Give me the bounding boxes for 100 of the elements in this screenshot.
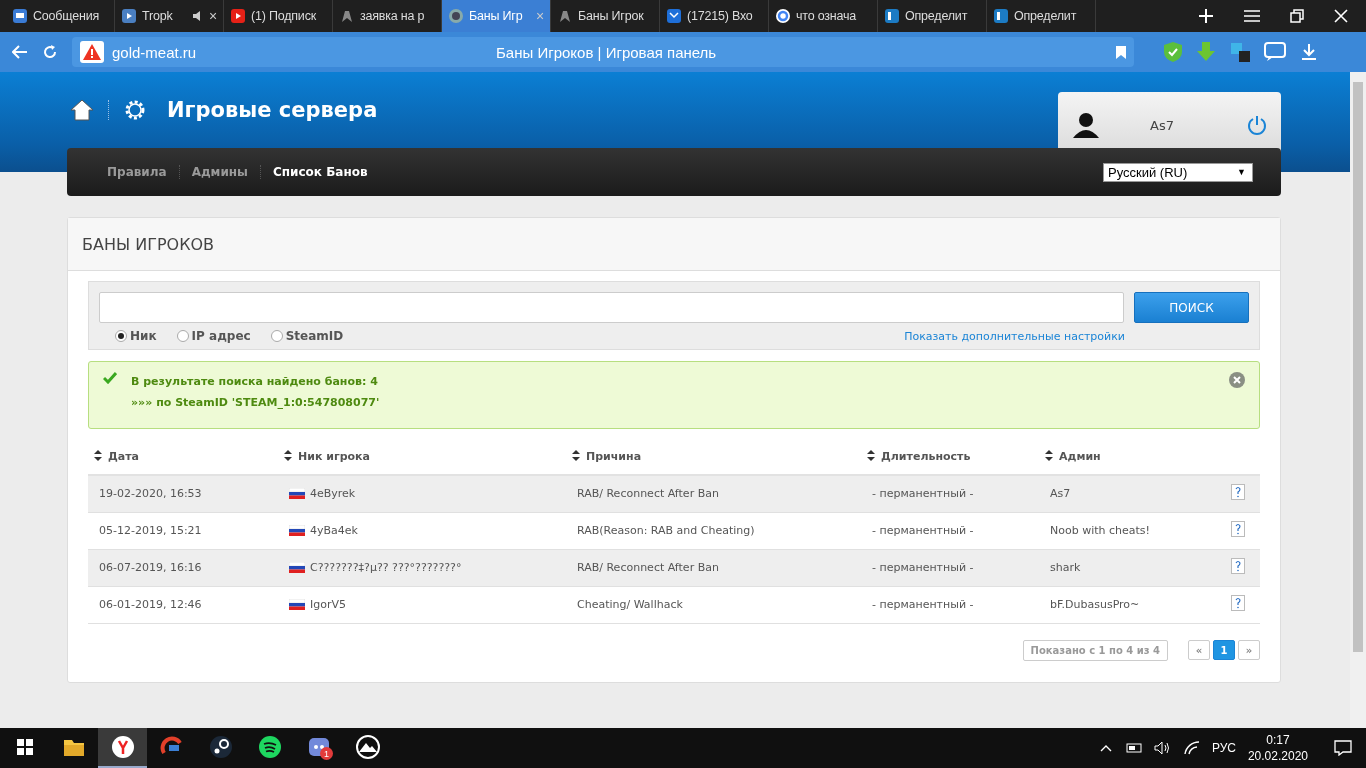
sort-icon	[867, 450, 875, 461]
radio-button[interactable]	[176, 330, 189, 342]
search-mode-option[interactable]: Ник	[115, 329, 157, 343]
flag-icon	[289, 488, 305, 500]
table-cell: shark	[1050, 561, 1081, 574]
table-cell: - перманентный -	[872, 598, 974, 611]
browser-icon	[110, 735, 135, 759]
shield-icon[interactable]	[1164, 42, 1182, 62]
close-tab-button[interactable]: ×	[209, 8, 217, 24]
mountain-icon	[355, 735, 380, 759]
table-cell: 19-02-2020, 16:53	[99, 487, 202, 501]
windows-icon[interactable]	[16, 739, 33, 755]
gear-icon	[123, 98, 147, 122]
page-title: Баны Игроков | Игровая панель	[495, 43, 718, 61]
chevron-up-icon[interactable]	[1099, 744, 1112, 752]
globe-icon	[448, 8, 464, 24]
mail-icon	[666, 8, 682, 24]
notification-badge: 1	[320, 747, 333, 760]
site-title: Игровые сервера	[167, 98, 378, 122]
search-mode-option[interactable]: IP адрес	[176, 329, 251, 343]
battery-icon[interactable]	[1123, 742, 1142, 754]
table-cell: IgorV5	[310, 598, 346, 611]
radio-button[interactable]	[115, 330, 127, 342]
column-header[interactable]: Длительность	[881, 450, 971, 463]
question-icon[interactable]	[1231, 521, 1245, 537]
back-icon[interactable]	[12, 44, 28, 60]
card-title: БАНЫ ИГРОКОВ	[82, 234, 215, 254]
close-icon[interactable]	[1334, 9, 1348, 23]
more-settings-link[interactable]: Показать дополнительные настройки	[904, 329, 1125, 343]
search-mode-option[interactable]: SteamID	[270, 329, 344, 343]
restore-icon[interactable]	[1290, 9, 1304, 23]
results-info: Показано с 1 по 4 из 4	[1022, 639, 1168, 661]
table-cell: 4eByrek	[310, 487, 356, 501]
wifi-icon[interactable]	[1183, 741, 1200, 755]
search-field[interactable]	[99, 292, 1124, 323]
avatar-icon	[1072, 112, 1100, 138]
chat-icon	[12, 8, 28, 24]
square-icon	[993, 8, 1009, 24]
table-cell: As7	[1050, 487, 1071, 501]
nav-link[interactable]: Правила	[95, 165, 180, 179]
music-icon	[257, 735, 282, 759]
power-icon[interactable]	[1247, 115, 1267, 135]
table-cell: - перманентный -	[872, 487, 974, 501]
flag-icon	[289, 525, 305, 536]
steam-icon	[208, 735, 233, 759]
table-cell: 06-01-2019, 12:46	[99, 598, 202, 611]
clock[interactable]: 0:17 20.02.2020	[1247, 732, 1308, 764]
check-icon	[103, 372, 117, 384]
browser-tab[interactable]: Баны Игр ×	[442, 0, 551, 32]
flag-icon	[289, 562, 305, 573]
nav-link[interactable]: Админы	[179, 165, 261, 179]
keyboard-language[interactable]: РУС	[1211, 741, 1236, 755]
bookmark-icon[interactable]	[1116, 45, 1126, 59]
table-cell: bF.DubasusPro~	[1050, 598, 1140, 611]
sort-icon	[572, 450, 580, 461]
next-page-button[interactable]: »	[1238, 640, 1260, 660]
table-cell: 05-12-2019, 15:21	[99, 524, 202, 537]
chat-app-icon	[306, 735, 331, 759]
volume-icon[interactable]	[1153, 741, 1172, 755]
folder-icon	[62, 737, 85, 757]
question-icon[interactable]	[1231, 484, 1245, 501]
flag-icon	[289, 599, 305, 610]
menu-icon[interactable]	[1244, 9, 1260, 23]
scrollbar[interactable]	[1350, 72, 1366, 728]
download-icon[interactable]	[1300, 43, 1318, 61]
question-icon[interactable]	[1231, 558, 1245, 574]
reload-icon[interactable]	[42, 44, 58, 60]
square-icon	[884, 8, 900, 24]
table-cell: RAB/ Reconnect After Ban	[577, 487, 719, 501]
sort-icon	[94, 450, 102, 461]
table-cell: C???????‡?µ?? ???°???????°	[310, 561, 462, 574]
sort-icon	[1045, 450, 1053, 461]
column-header[interactable]: Ник игрока	[298, 450, 370, 463]
new-tab-icon[interactable]	[1198, 8, 1214, 24]
table-cell: Cheating/ Wallhack	[577, 598, 683, 611]
table-cell: 4yBa4ek	[310, 524, 358, 537]
play-icon	[230, 8, 246, 24]
language-select[interactable]: Русский (RU) ▼	[1103, 162, 1253, 182]
url-text: gold-meat.ru	[112, 43, 197, 61]
sort-icon	[284, 450, 292, 461]
home-icon[interactable]	[70, 99, 94, 121]
notifications-icon[interactable]	[1334, 740, 1352, 756]
radio-button[interactable]	[270, 330, 283, 342]
column-header[interactable]: Дата	[108, 450, 140, 463]
play-icon	[121, 8, 137, 24]
table-cell: - перманентный -	[872, 524, 974, 537]
table-cell: 06-07-2019, 16:16	[99, 561, 202, 574]
nav-link[interactable]: Список Банов	[260, 165, 380, 179]
prev-page-button[interactable]: «	[1188, 640, 1210, 660]
alert-text: В результате поиска найдено банов: 4	[131, 375, 379, 388]
column-header[interactable]: Админ	[1059, 450, 1101, 463]
extension-icon[interactable]	[1230, 42, 1250, 62]
table-cell: RAB(Reason: RAB and Cheating)	[577, 524, 755, 537]
question-icon[interactable]	[1231, 595, 1245, 611]
warning-icon	[80, 41, 104, 63]
chat-icon[interactable]	[1264, 42, 1286, 62]
user-name: As7	[1150, 117, 1175, 133]
table-cell: Noob with cheats!	[1050, 524, 1150, 537]
table-cell: - перманентный -	[872, 561, 974, 574]
column-header[interactable]: Причина	[586, 450, 642, 463]
